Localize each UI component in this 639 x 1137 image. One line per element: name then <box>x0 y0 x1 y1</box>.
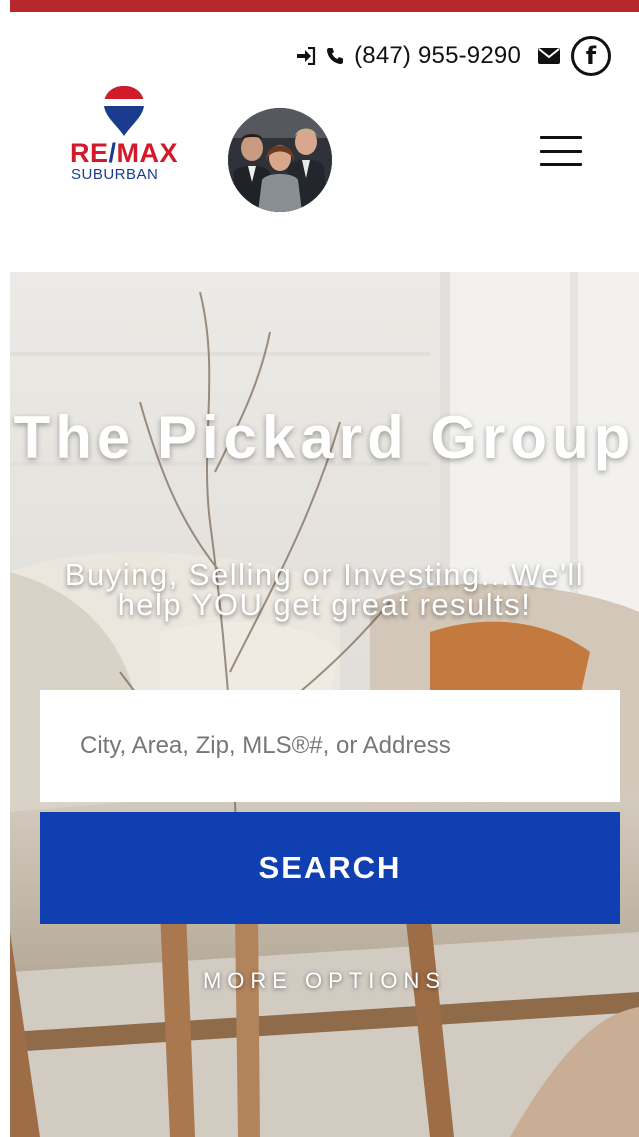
phone-icon[interactable] <box>326 47 344 65</box>
search-button[interactable]: SEARCH <box>40 812 620 924</box>
envelope-icon[interactable] <box>537 47 561 65</box>
remax-logo[interactable]: RE/MAX SUBURBAN <box>68 84 180 184</box>
hero-subtitle: Buying, Selling or Investing...We'll hel… <box>64 557 585 622</box>
search-input[interactable] <box>40 690 620 802</box>
balloon-icon <box>104 86 144 136</box>
hamburger-icon[interactable] <box>540 136 582 166</box>
contact-bar: (847) 955-9290 f <box>296 36 611 76</box>
hero-section: The Pickard Group Buying, Selling or Inv… <box>10 272 639 1137</box>
phone-number-link[interactable]: (847) 955-9290 <box>354 42 521 70</box>
team-photo <box>228 108 332 212</box>
logo-wordmark: RE/MAX <box>70 138 179 168</box>
logo-subtitle: SUBURBAN <box>71 166 159 183</box>
facebook-icon[interactable]: f <box>571 36 611 76</box>
sign-in-icon[interactable] <box>296 47 316 65</box>
hero-title: The Pickard Group <box>13 404 636 471</box>
top-accent-stripe <box>10 0 639 12</box>
more-options-link[interactable]: MORE OPTIONS <box>10 968 639 994</box>
